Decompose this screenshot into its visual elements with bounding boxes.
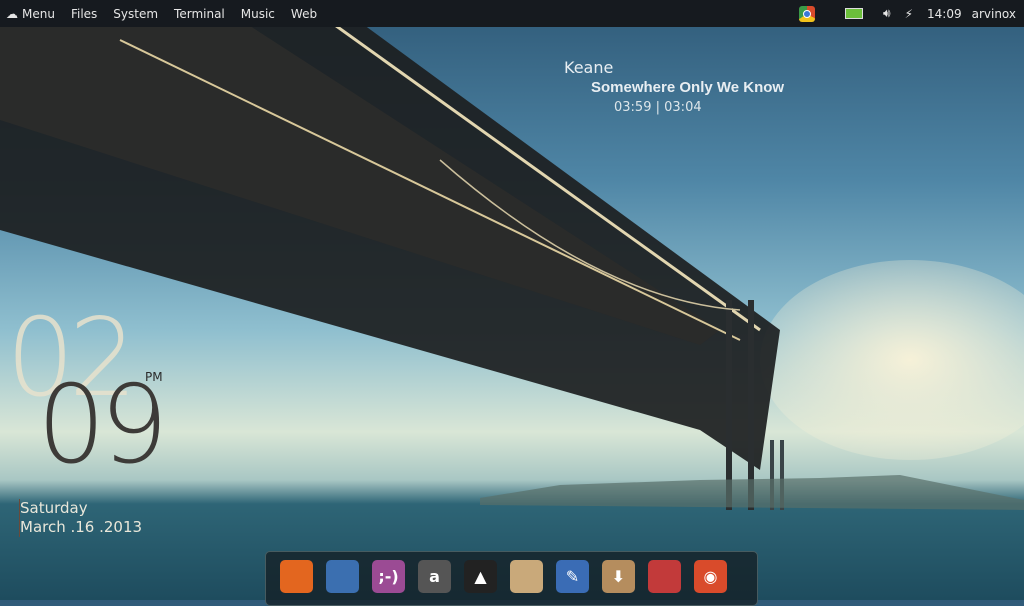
menu-item-system[interactable]: System — [105, 7, 166, 21]
music-artist: Keane — [564, 58, 614, 77]
weekday: Saturday — [20, 499, 88, 517]
user-name[interactable]: arvinox — [972, 7, 1016, 21]
dock-chrome-icon[interactable]: ◉ — [694, 560, 727, 593]
music-elapsed: 03:59 — [614, 100, 652, 115]
date-widget: Saturday March .16 .2013 — [19, 499, 142, 537]
clock-ampm: PM — [145, 370, 163, 384]
menu-item-music[interactable]: Music — [233, 7, 283, 21]
top-panel: ☁ Menu Files System Terminal Music Web 🔊… — [0, 0, 1024, 27]
battery-icon[interactable] — [845, 8, 863, 19]
full-date: March .16 .2013 — [20, 518, 143, 536]
dock-pidgin-icon[interactable]: ;-) — [372, 560, 405, 593]
chrome-icon[interactable] — [799, 5, 815, 22]
menu-bar: ☁ Menu Files System Terminal Music Web — [0, 7, 325, 21]
clock-minute: 09 — [37, 363, 168, 488]
music-duration: 03:04 — [664, 100, 702, 115]
dock-package-installer-icon[interactable]: ⬇ — [602, 560, 635, 593]
bridge-wallpaper — [0, 0, 1024, 510]
dock-thunderbird-icon[interactable] — [326, 560, 359, 593]
dock-amarok-icon[interactable]: a — [418, 560, 451, 593]
menu-item-terminal[interactable]: Terminal — [166, 7, 233, 21]
network-icon[interactable]: ⚡︎ — [905, 7, 913, 21]
volume-icon[interactable]: 🔊︎ — [883, 6, 891, 21]
dock-gimp-icon[interactable] — [510, 560, 543, 593]
dock-ubuntu-tweak-icon[interactable] — [648, 560, 681, 593]
music-title: Somewhere Only We Know — [591, 79, 785, 96]
music-separator: | — [655, 100, 660, 115]
dock: ;-) a ▲ ✎ ⬇ ◉ — [265, 551, 758, 606]
system-tray: 🔊︎ ⚡︎ 14:09 arvinox — [799, 0, 1016, 27]
dock-vlc-icon[interactable]: ▲ — [464, 560, 497, 593]
menu-item-menu[interactable]: Menu — [20, 7, 63, 21]
clock-time[interactable]: 14:09 — [927, 7, 962, 21]
cloud-icon[interactable]: ☁ — [0, 7, 20, 21]
menu-item-web[interactable]: Web — [283, 7, 325, 21]
menu-item-files[interactable]: Files — [63, 7, 105, 21]
dock-inkscape-icon[interactable]: ✎ — [556, 560, 589, 593]
dock-firefox-icon[interactable] — [280, 560, 313, 593]
